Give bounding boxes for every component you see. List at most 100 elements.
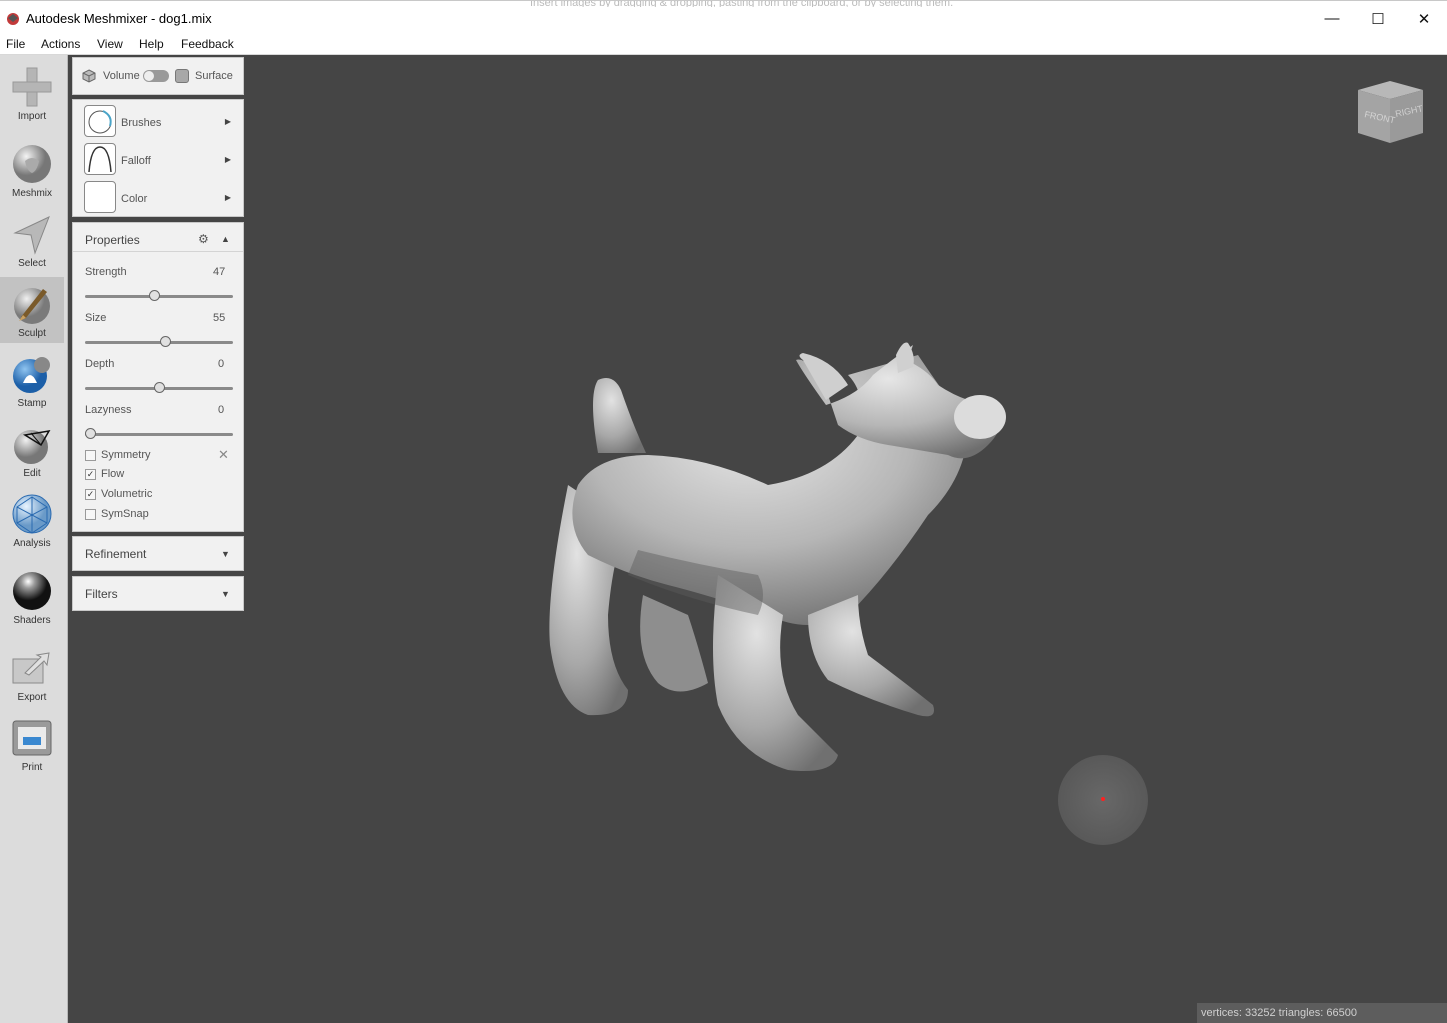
menu-actions[interactable]: Actions (41, 37, 80, 51)
tool-label: Shaders (13, 615, 51, 626)
properties-title: Properties (85, 233, 140, 247)
depth-slider[interactable] (85, 382, 233, 393)
title-bar: Autodesk Meshmixer - dog1.mix Insert ima… (0, 0, 1447, 35)
symsnap-checkbox[interactable] (85, 509, 96, 520)
tool-print[interactable]: Print (0, 711, 64, 777)
lazyness-slider[interactable] (85, 428, 233, 439)
tool-label: Select (18, 258, 46, 269)
strength-label: Strength (85, 266, 127, 278)
size-slider[interactable] (85, 336, 233, 347)
brush-cursor-center-dot (1101, 797, 1105, 801)
surface-icon (175, 69, 189, 83)
strength-value: 47 (213, 266, 226, 278)
tool-sculpt[interactable]: Sculpt (0, 277, 64, 343)
tool-label: Import (17, 111, 47, 122)
brushes-row[interactable]: Brushes ▶ (73, 103, 243, 139)
tool-stamp[interactable]: Stamp (0, 347, 64, 413)
brushes-label: Brushes (121, 117, 162, 129)
volumetric-checkbox[interactable]: ✓ (85, 489, 96, 500)
edit-icon (14, 430, 51, 464)
symmetry-tool-icon[interactable]: ✕ (218, 447, 229, 463)
divider (73, 251, 243, 252)
view-cube[interactable]: FRONT RIGHT (1358, 81, 1424, 143)
tool-export[interactable]: Export (0, 641, 64, 707)
slider-knob[interactable] (153, 382, 165, 393)
tool-label: Export (17, 692, 47, 703)
chevron-right-icon: ▶ (224, 155, 231, 164)
mode-toggle-panel: Volume Surface (72, 57, 244, 95)
export-icon (12, 652, 50, 684)
tool-label: Print (21, 762, 43, 773)
falloff-label: Falloff (121, 155, 151, 167)
tool-label: Sculpt (18, 328, 46, 339)
tool-strip: Import Meshmix Select Sculpt Stamp Edit … (0, 55, 68, 1023)
color-row[interactable]: Color ▶ (73, 179, 243, 215)
stamp-icon (13, 357, 50, 393)
tool-meshmix[interactable]: Meshmix (0, 137, 64, 203)
color-swatch (84, 181, 116, 213)
tool-label: Analysis (13, 538, 51, 549)
window-title: Autodesk Meshmixer - dog1.mix (26, 11, 212, 26)
3d-viewport[interactable]: FRONT RIGHT vertices: 33252 triangles: 6… (68, 55, 1447, 1023)
menu-feedback[interactable]: Feedback (181, 37, 234, 51)
properties-panel: Properties ⚙ ▲ Strength 47 Size 55 Depth… (72, 222, 244, 532)
shader-sphere-icon (13, 572, 51, 610)
tool-label: Stamp (17, 398, 47, 409)
viewport-scene: FRONT RIGHT (549, 81, 1424, 845)
filters-panel[interactable]: Filters ▼ (72, 576, 244, 611)
falloff-curve-icon (88, 146, 112, 173)
analysis-icon (12, 494, 52, 534)
sculpt-brush-icon (14, 288, 50, 324)
brushes-swatch (84, 105, 116, 137)
maximize-button[interactable]: ☐ (1355, 1, 1401, 36)
flow-checkbox[interactable]: ✓ (85, 469, 96, 480)
menu-bar: File Actions View Help Feedback (0, 35, 1447, 55)
falloff-row[interactable]: Falloff ▶ (73, 141, 243, 177)
brush-preview-icon (88, 110, 112, 134)
tool-analysis[interactable]: Analysis (0, 487, 64, 553)
dog-mesh (549, 342, 1006, 771)
flow-label: Flow (101, 468, 125, 480)
plus-icon (12, 67, 52, 107)
tool-edit[interactable]: Edit (0, 417, 64, 483)
strength-slider[interactable] (85, 290, 233, 301)
menu-help[interactable]: Help (139, 37, 164, 51)
refinement-panel[interactable]: Refinement ▼ (72, 536, 244, 571)
printer-icon (12, 720, 52, 756)
slider-knob[interactable] (85, 428, 96, 439)
chevron-right-icon: ▶ (224, 193, 231, 202)
volume-surface-toggle[interactable] (143, 70, 169, 82)
symsnap-label: SymSnap (101, 508, 149, 520)
menu-file[interactable]: File (6, 37, 25, 51)
gear-icon[interactable]: ⚙ (198, 232, 209, 246)
color-label: Color (121, 193, 148, 205)
lazyness-label: Lazyness (85, 404, 132, 416)
tool-select[interactable]: Select (0, 207, 64, 273)
refinement-title: Refinement (85, 547, 147, 561)
mesh-stats-text: vertices: 33252 triangles: 66500 (1201, 1007, 1357, 1019)
meshmix-head-icon (13, 145, 51, 183)
expand-down-icon[interactable]: ▼ (221, 589, 230, 599)
volume-label: Volume (103, 70, 140, 82)
collapse-up-icon[interactable]: ▲ (221, 234, 230, 244)
slider-knob[interactable] (149, 290, 161, 301)
expand-down-icon[interactable]: ▼ (221, 549, 230, 559)
menu-view[interactable]: View (97, 37, 123, 51)
tool-import[interactable]: Import (0, 60, 64, 126)
symmetry-label: Symmetry (101, 449, 151, 461)
meshmixer-logo-icon (7, 13, 19, 25)
select-arrow-icon (13, 216, 50, 255)
size-label: Size (85, 312, 107, 324)
tool-shaders[interactable]: Shaders (0, 564, 64, 630)
minimize-button[interactable]: — (1309, 1, 1355, 36)
slider-knob[interactable] (160, 336, 172, 347)
symmetry-checkbox[interactable] (85, 450, 96, 461)
surface-label: Surface (195, 70, 233, 82)
background-window-text: Insert images by dragging & dropping, pa… (530, 1, 954, 7)
depth-value: 0 (218, 358, 225, 370)
filters-title: Filters (85, 587, 118, 601)
falloff-swatch (84, 143, 116, 175)
mesh-stats-bar: vertices: 33252 triangles: 66500 (1197, 1003, 1447, 1023)
close-button[interactable]: ✕ (1401, 1, 1447, 36)
tool-label: Edit (23, 468, 41, 479)
